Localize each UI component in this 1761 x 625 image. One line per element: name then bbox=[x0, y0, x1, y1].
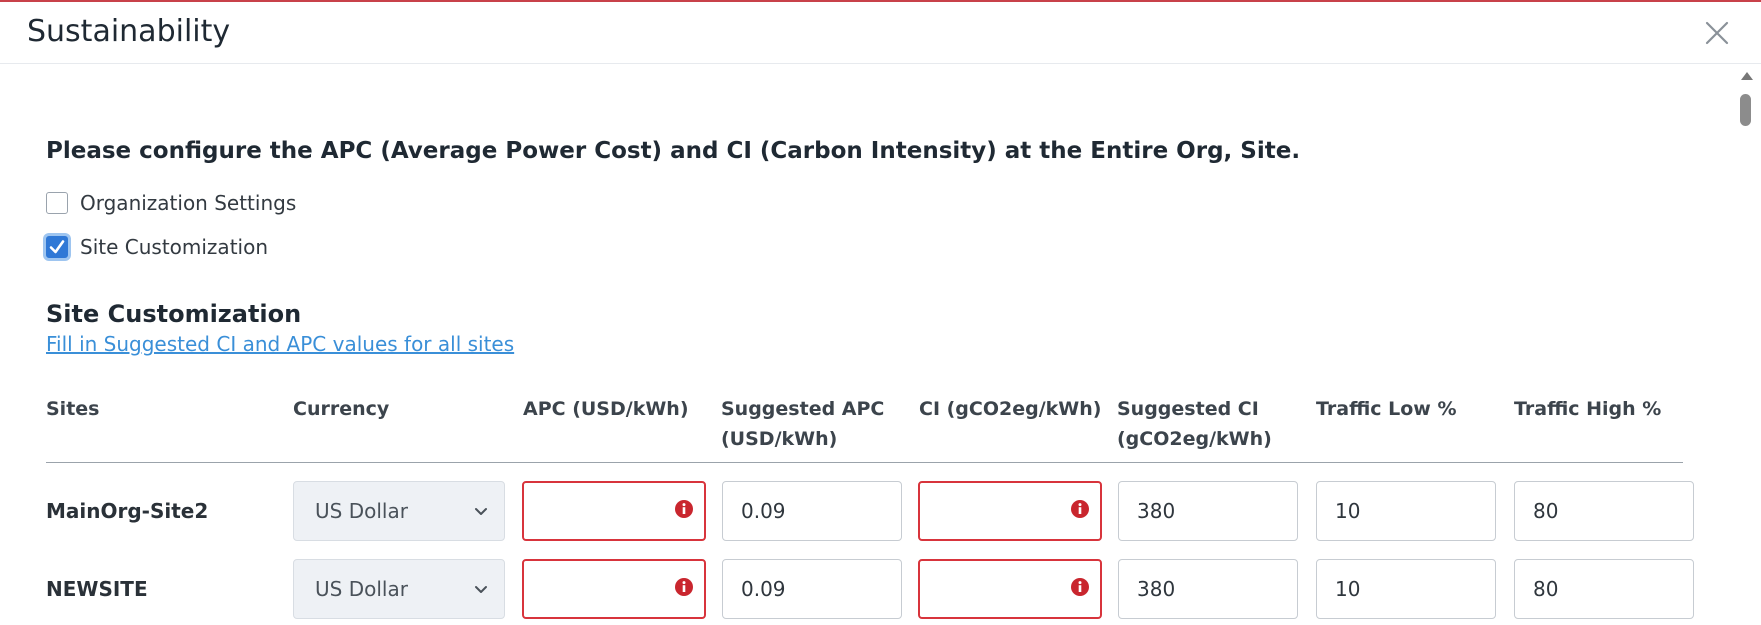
currency-value: US Dollar bbox=[315, 499, 408, 523]
traffic-high-input-newsite[interactable]: 80 bbox=[1514, 559, 1694, 619]
suggested-apc-value: 0.09 bbox=[741, 499, 786, 523]
apc-input-mainorg-site2[interactable] bbox=[522, 481, 706, 541]
scroll-thumb[interactable] bbox=[1740, 94, 1751, 126]
error-info-icon bbox=[1071, 578, 1089, 596]
suggested-ci-value: 380 bbox=[1137, 499, 1176, 523]
suggested-apc-field-newsite[interactable]: 0.09 bbox=[722, 559, 902, 619]
suggested-ci-value: 380 bbox=[1137, 577, 1176, 601]
currency-select-mainorg-site2[interactable]: US Dollar bbox=[293, 481, 505, 541]
header-traffic-high: Traffic High % bbox=[1514, 398, 1662, 420]
suggested-ci-field-newsite[interactable]: 380 bbox=[1118, 559, 1298, 619]
suggested-apc-value: 0.09 bbox=[741, 577, 786, 601]
header-apc: APC (USD/kWh) bbox=[523, 398, 689, 420]
traffic-low-input-newsite[interactable]: 10 bbox=[1316, 559, 1496, 619]
error-info-icon bbox=[675, 578, 693, 596]
site-customization-option[interactable]: Site Customization bbox=[46, 234, 268, 260]
org-settings-label: Organization Settings bbox=[80, 191, 297, 215]
section-title: Site Customization bbox=[46, 300, 302, 328]
close-button[interactable] bbox=[1700, 16, 1734, 50]
header-ci: CI (gCO2eg/kWh) bbox=[919, 398, 1102, 420]
header-suggested-apc: Suggested APC (USD/kWh) bbox=[721, 398, 885, 450]
error-info-icon bbox=[1071, 500, 1089, 518]
header-currency: Currency bbox=[293, 398, 390, 420]
chevron-down-icon bbox=[475, 586, 487, 593]
currency-value: US Dollar bbox=[315, 577, 408, 601]
scroll-up-arrow-icon[interactable] bbox=[1741, 72, 1753, 80]
header-divider bbox=[46, 462, 1683, 463]
site-customization-checkbox[interactable] bbox=[46, 236, 68, 258]
org-settings-option[interactable]: Organization Settings bbox=[46, 190, 296, 216]
site-customization-label: Site Customization bbox=[80, 235, 268, 259]
header-suggested-ci: Suggested CI (gCO2eg/kWh) bbox=[1117, 398, 1272, 450]
traffic-high-value: 80 bbox=[1533, 577, 1559, 601]
error-info-icon bbox=[675, 500, 693, 518]
ci-input-newsite[interactable] bbox=[918, 559, 1102, 619]
suggested-ci-field-mainorg-site2[interactable]: 380 bbox=[1118, 481, 1298, 541]
traffic-low-input-mainorg-site2[interactable]: 10 bbox=[1316, 481, 1496, 541]
intro-text: Please configure the APC (Average Power … bbox=[46, 138, 1301, 164]
org-settings-checkbox[interactable] bbox=[46, 192, 68, 214]
modal-title: Sustainability bbox=[27, 14, 231, 49]
vertical-scrollbar[interactable] bbox=[1738, 70, 1754, 625]
site-name-mainorg-site2: MainOrg-Site2 bbox=[46, 499, 209, 523]
ci-input-mainorg-site2[interactable] bbox=[918, 481, 1102, 541]
currency-select-newsite[interactable]: US Dollar bbox=[293, 559, 505, 619]
modal-header: Sustainability bbox=[0, 2, 1761, 64]
traffic-high-value: 80 bbox=[1533, 499, 1559, 523]
suggested-apc-field-mainorg-site2[interactable]: 0.09 bbox=[722, 481, 902, 541]
fill-suggested-link[interactable]: Fill in Suggested CI and APC values for … bbox=[46, 332, 514, 356]
chevron-down-icon bbox=[475, 508, 487, 515]
site-name-newsite: NEWSITE bbox=[46, 577, 148, 601]
traffic-high-input-mainorg-site2[interactable]: 80 bbox=[1514, 481, 1694, 541]
traffic-low-value: 10 bbox=[1335, 499, 1361, 523]
header-sites: Sites bbox=[46, 398, 100, 420]
traffic-low-value: 10 bbox=[1335, 577, 1361, 601]
apc-input-newsite[interactable] bbox=[522, 559, 706, 619]
close-icon bbox=[1705, 21, 1729, 45]
sustainability-modal: Sustainability Please configure the APC … bbox=[0, 0, 1761, 625]
checkmark-icon bbox=[49, 240, 65, 254]
header-traffic-low: Traffic Low % bbox=[1316, 398, 1457, 420]
